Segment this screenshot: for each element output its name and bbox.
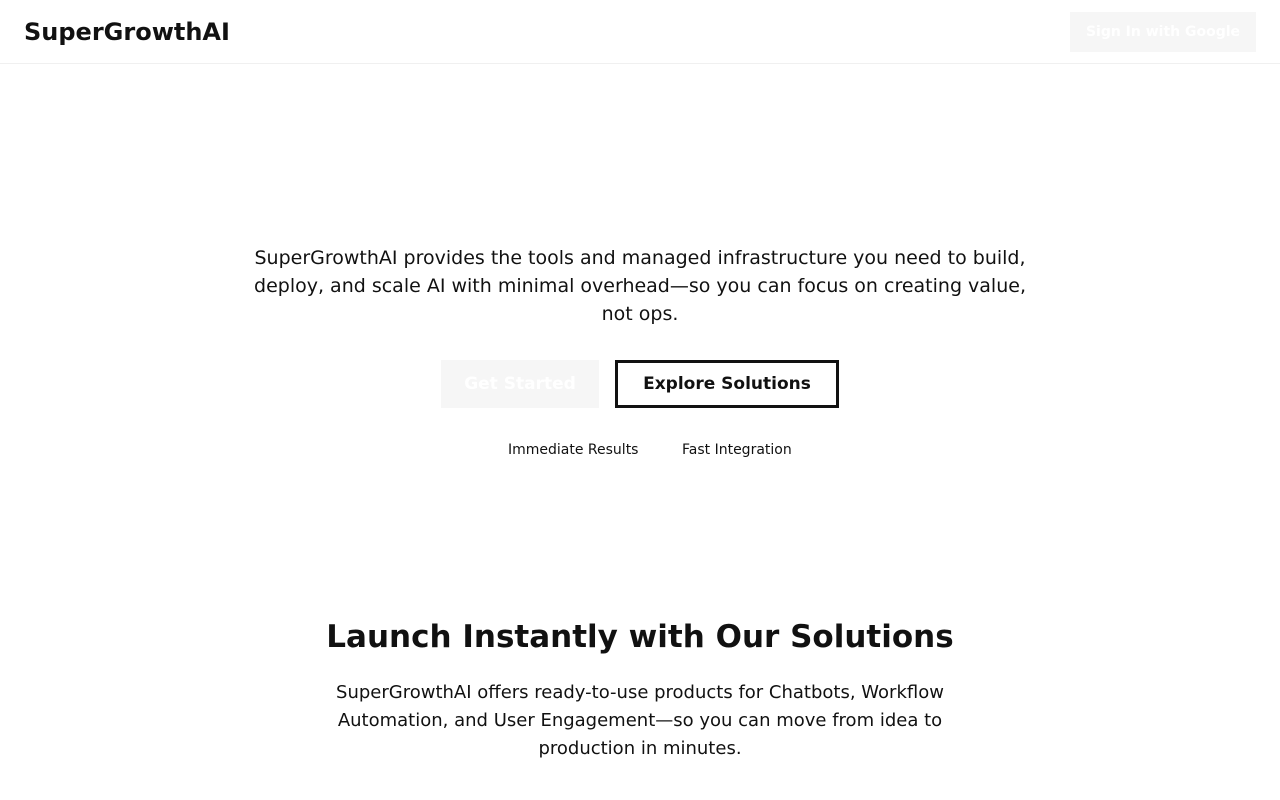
feature-fast-integration: Fast Integration [682, 442, 792, 458]
brand-logo[interactable]: SuperGrowthAI [24, 16, 230, 48]
explore-solutions-button[interactable]: Explore Solutions [615, 360, 839, 408]
top-nav-bar: SuperGrowthAI Sign In with Google [0, 0, 1280, 64]
solutions-description: SuperGrowthAI offers ready-to-use produc… [336, 682, 944, 759]
feature-immediate-results: Immediate Results [508, 442, 639, 458]
hero-description: SuperGrowthAI provides the tools and man… [254, 247, 1026, 325]
get-started-button[interactable]: Get Started [441, 360, 599, 408]
solutions-title: Launch Instantly with Our Solutions [326, 619, 954, 655]
sign-in-with-google-button[interactable]: Sign In with Google [1070, 12, 1256, 52]
